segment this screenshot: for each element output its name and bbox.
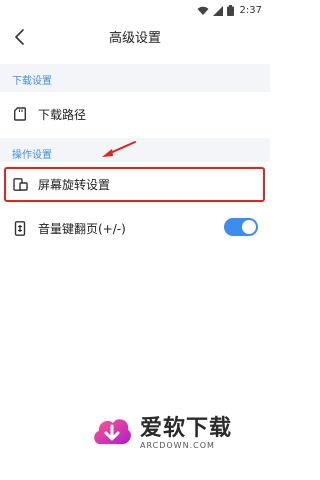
back-button[interactable] — [6, 25, 34, 53]
watermark-url: ARCDOWN.COM — [140, 441, 215, 450]
watermark: 爱软下载 ARCDOWN.COM — [92, 414, 232, 454]
settings-row-label: 下载路径 — [38, 108, 87, 122]
status-time: 2:37 — [239, 4, 262, 16]
screen-rotation-icon — [12, 176, 28, 192]
section-header-download: 下载设置 — [0, 64, 270, 92]
chevron-left-icon — [14, 29, 26, 49]
settings-row-label: 音量键翻页(+/-) — [38, 222, 126, 236]
settings-row-screen-rotation[interactable]: 屏幕旋转设置 — [0, 162, 270, 206]
volume-key-toggle[interactable] — [224, 218, 258, 236]
page-title: 高级设置 — [108, 31, 161, 46]
status-icons: 2:37 — [197, 3, 262, 17]
watermark-title: 爱软下载 — [140, 416, 233, 441]
settings-row-label: 屏幕旋转设置 — [38, 178, 111, 192]
status-bar: 2:37 — [0, 0, 270, 20]
sd-card-icon — [12, 106, 28, 122]
app-bar: 高级设置 — [0, 20, 270, 58]
battery-icon — [226, 1, 234, 20]
toggle-knob — [242, 220, 256, 234]
wifi-icon — [197, 1, 209, 20]
section-header-label: 下载设置 — [12, 76, 52, 87]
settings-row-volume-key[interactable]: 音量键翻页(+/-) — [0, 206, 270, 250]
watermark-text: 爱软下载 ARCDOWN.COM — [140, 417, 232, 451]
phone-volume-icon — [12, 220, 28, 236]
section-header-label: 操作设置 — [12, 150, 52, 161]
settings-row-download-path[interactable]: 下载路径 — [0, 92, 270, 136]
signal-icon — [212, 1, 223, 20]
arcdown-logo-icon — [92, 414, 132, 454]
